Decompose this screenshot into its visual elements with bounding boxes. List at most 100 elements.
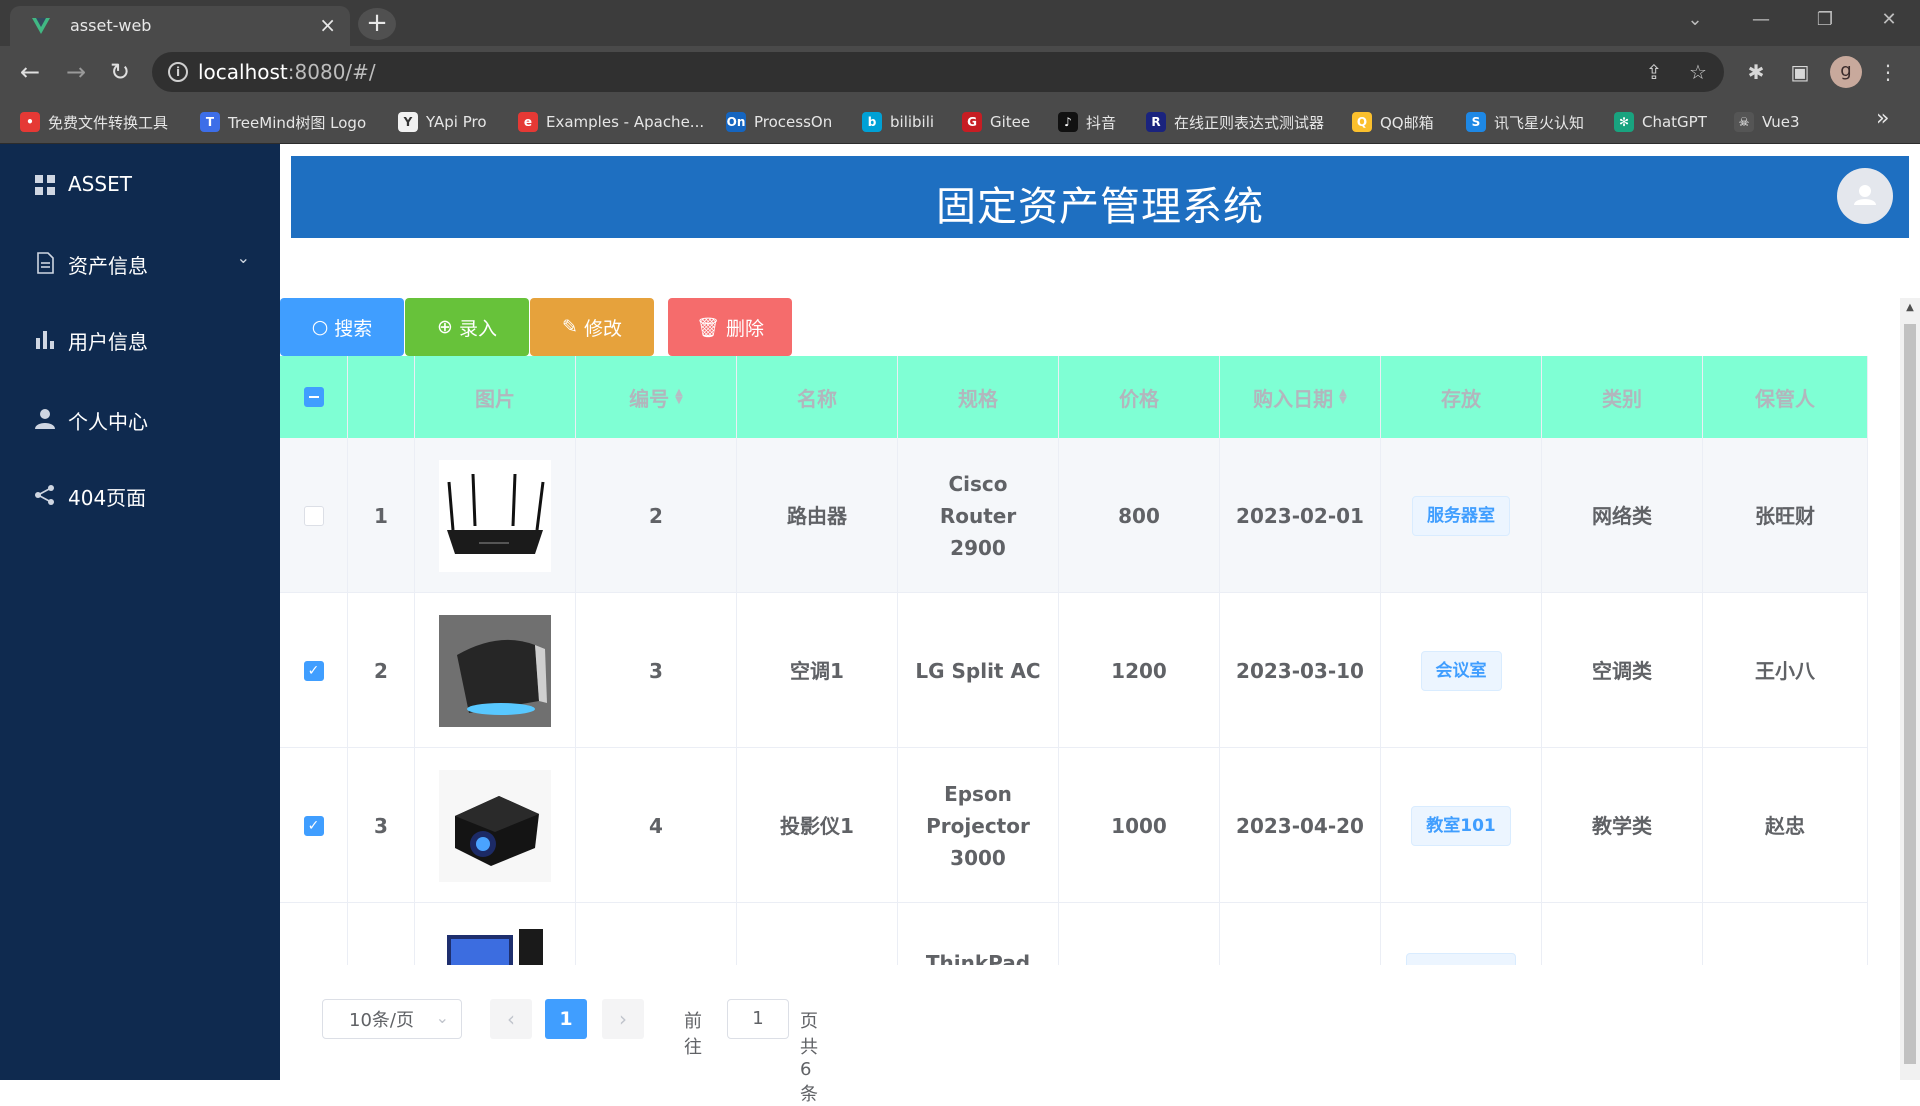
sidebar-item-label: 404页面 [68, 486, 147, 510]
sidebar-item-users[interactable]: 用户信息 [0, 310, 280, 370]
address-url[interactable]: localhost:8080/#/ [198, 60, 376, 84]
bookmark-item[interactable]: On ProcessOn [726, 110, 832, 134]
new-tab-button[interactable]: + [358, 8, 396, 40]
site-info-icon[interactable]: i [168, 62, 188, 82]
browser-tab[interactable]: asset-web × [10, 6, 350, 46]
back-icon[interactable]: ← [14, 56, 46, 88]
scroll-up-icon[interactable]: ▲ [1904, 302, 1916, 313]
search-icon: ○ [311, 316, 329, 338]
address-bar[interactable]: i localhost:8080/#/ ⇪ ☆ [152, 52, 1724, 92]
column-header-date[interactable]: 购入日期 ▲ ▼ [1220, 356, 1381, 438]
delete-button[interactable]: 🗑 删除 [668, 298, 792, 356]
row-code: 3 [576, 593, 737, 748]
bookmark-favicon-icon: • [20, 112, 40, 132]
main-content: 固定资产管理系统 ○ 搜索 ⊕ 录入 ✎ 修改 🗑 删除 图片 编号 ▲ ▼ 名… [280, 144, 1920, 1105]
row-spec: Cisco Router 2900 [898, 438, 1059, 593]
chevron-down-icon: ⌄ [435, 1008, 449, 1027]
column-header-code[interactable]: 编号 ▲ ▼ [576, 356, 737, 438]
air-conditioner-image [439, 614, 551, 727]
row-spec: ThinkPad X1 [898, 903, 1059, 965]
close-window-button[interactable]: ✕ [1858, 0, 1920, 40]
row-index: 3 [348, 748, 415, 903]
page-scrollbar-thumb[interactable] [1904, 324, 1916, 1064]
bookmark-favicon-icon: b [862, 112, 882, 132]
bookmark-favicon-icon: Y [398, 112, 418, 132]
row-category: 教学类 [1542, 748, 1703, 903]
bookmark-favicon-icon: G [962, 112, 982, 132]
sidebar-item-assets[interactable]: 资产信息 ⌄ [0, 234, 280, 294]
user-icon [35, 409, 55, 429]
bookmark-favicon-icon: ☠ [1734, 112, 1754, 132]
page-scrollbar[interactable]: ▲ [1900, 298, 1920, 1080]
row-checkbox[interactable]: ✓ [303, 815, 324, 836]
bookmark-item[interactable]: G Gitee [962, 110, 1030, 134]
reload-icon[interactable]: ↻ [104, 56, 136, 88]
side-panel-icon[interactable]: ▣ [1786, 58, 1814, 86]
sort-icon[interactable]: ▲ ▼ [1339, 388, 1347, 406]
bookmark-item[interactable]: • 免费文件转换工具 [20, 110, 168, 134]
bookmark-item[interactable]: ☠ Vue3 [1734, 110, 1800, 134]
browser-tabstrip: asset-web × + ⌄ — ❐ ✕ [0, 0, 1920, 46]
row-price: 1000 [1059, 748, 1220, 903]
table-row[interactable]: ✓ 3 4 投影仪1 Epson Projector 3000 1000 202… [280, 748, 1868, 903]
profile-avatar[interactable]: g [1830, 56, 1862, 88]
assets-table: 图片 编号▲▼ 名称 规格 价格 购入日期▲▼ 存放 类别 保管人 1 [280, 356, 1868, 965]
row-keeper: 王小八 [1703, 593, 1868, 748]
edit-button[interactable]: ✎ 修改 [530, 298, 654, 356]
bookmark-item[interactable]: Q QQ邮箱 [1352, 110, 1434, 134]
tab-close-icon[interactable]: × [319, 13, 336, 37]
select-all-checkbox[interactable] [303, 387, 324, 407]
sidebar-item-404[interactable]: 404页面 [0, 466, 280, 526]
sidebar-item-label: 个人中心 [68, 410, 148, 434]
edit-icon: ✎ [562, 316, 578, 338]
bookmark-item[interactable]: S 讯飞星火认知 [1466, 110, 1584, 134]
bookmark-item[interactable]: e Examples - Apache... [518, 110, 704, 134]
bookmark-star-icon[interactable]: ☆ [1686, 60, 1710, 84]
bookmark-favicon-icon: ✻ [1614, 112, 1634, 132]
bookmark-item[interactable]: b bilibili [862, 110, 934, 134]
add-button[interactable]: ⊕ 录入 [405, 298, 529, 356]
row-checkbox[interactable] [303, 505, 324, 526]
tab-search-icon[interactable]: ⌄ [1664, 0, 1726, 40]
location-tag [1406, 953, 1516, 965]
row-date: 2023-04-20 [1220, 748, 1381, 903]
browser-menu-icon[interactable]: ⋮ [1874, 58, 1902, 86]
row-checkbox[interactable]: ✓ [303, 660, 324, 681]
brand-label: ASSET [68, 172, 132, 196]
column-header-name: 名称 [737, 356, 898, 438]
bookmark-item[interactable]: ✻ ChatGPT [1614, 110, 1707, 134]
next-page-button[interactable]: › [602, 999, 644, 1039]
location-tag: 服务器室 [1412, 495, 1510, 536]
column-header-location: 存放 [1381, 356, 1542, 438]
bookmark-item[interactable]: R 在线正则表达式测试器 [1146, 110, 1324, 134]
bookmark-favicon-icon: On [726, 112, 746, 132]
sort-icon[interactable]: ▲ ▼ [675, 388, 683, 406]
bookmark-item[interactable]: Y YApi Pro [398, 110, 487, 134]
table-row[interactable]: ThinkPad X1 [280, 903, 1868, 965]
table-row[interactable]: 1 2 路由器 Cisco Router 2900 800 2023-02-01… [280, 438, 1868, 593]
avatar[interactable] [1837, 168, 1893, 224]
row-name: 路由器 [737, 438, 898, 593]
minimize-button[interactable]: — [1730, 0, 1792, 40]
sidebar-brand[interactable]: ASSET [0, 156, 280, 216]
bookmark-item[interactable]: ♪ 抖音 [1058, 110, 1116, 134]
bookmark-item[interactable]: T TreeMind树图 Logo [200, 110, 366, 134]
share-page-icon[interactable]: ⇪ [1642, 60, 1666, 84]
goto-page-input[interactable]: 1 [727, 999, 789, 1039]
bookmark-favicon-icon: Q [1352, 112, 1372, 132]
bookmark-favicon-icon: e [518, 112, 538, 132]
column-header-price: 价格 [1059, 356, 1220, 438]
bookmarks-overflow-icon[interactable]: » [1876, 106, 1889, 131]
table-row[interactable]: ✓ 2 3 空调1 LG Split AC 1200 2023-03-10 会议… [280, 593, 1868, 748]
restore-button[interactable]: ❐ [1794, 0, 1856, 40]
prev-page-button[interactable]: ‹ [490, 999, 532, 1039]
page-size-select[interactable]: 10条/页 ⌄ [322, 999, 462, 1039]
forward-icon[interactable]: → [60, 56, 92, 88]
search-button[interactable]: ○ 搜索 [280, 298, 404, 356]
extensions-icon[interactable]: ✱ [1742, 58, 1770, 86]
document-icon [37, 252, 54, 274]
sidebar-item-profile[interactable]: 个人中心 [0, 390, 280, 450]
row-code: 2 [576, 438, 737, 593]
page-number-current[interactable]: 1 [545, 999, 587, 1039]
column-header-image: 图片 [415, 356, 576, 438]
